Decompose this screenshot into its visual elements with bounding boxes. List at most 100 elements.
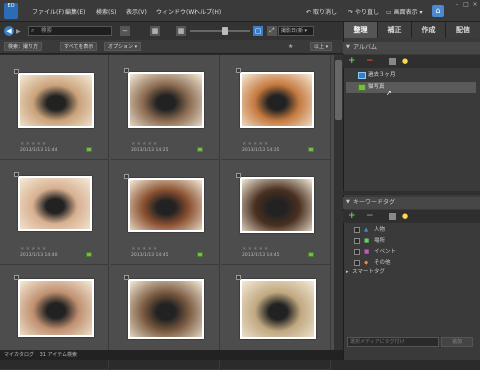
zoom-out-icon[interactable]: −	[120, 26, 130, 36]
search-icon: ⌕	[31, 27, 35, 34]
photo-thumbnail[interactable]	[18, 279, 94, 337]
grid-medium-icon[interactable]: ▦	[176, 26, 186, 36]
rating-filter-stars[interactable]: ★	[288, 43, 293, 50]
monitor-icon: ▭	[386, 9, 392, 16]
redo-button[interactable]: ↷ やり直し	[348, 7, 379, 16]
display-button[interactable]: ▭ 画面表示 ▾	[386, 7, 423, 16]
keyword-checkbox[interactable]	[354, 249, 360, 255]
tab-create[interactable]: 作成	[411, 22, 445, 38]
album-tag-icon	[308, 147, 314, 152]
options-button[interactable]: オプション ▾	[104, 42, 142, 51]
tab-fix[interactable]: 補正	[377, 22, 411, 38]
collapse-icon[interactable]: ▼	[346, 44, 350, 50]
select-checkbox[interactable]	[124, 174, 129, 179]
photo-thumbnail[interactable]	[128, 72, 204, 128]
star-rating[interactable]: ★★★★★	[242, 141, 269, 147]
add-tag-button[interactable]: 追加	[441, 337, 473, 347]
add-keyword-icon[interactable]: +	[348, 211, 356, 221]
smart-tags-section[interactable]: ▸ スマートタグ	[346, 267, 476, 277]
collapse-icon[interactable]: ▼	[346, 199, 350, 205]
star-rating[interactable]: ★★★★★	[20, 141, 47, 147]
star-rating[interactable]: ★★★★★	[131, 246, 158, 252]
tab-organize[interactable]: 整理	[343, 22, 377, 38]
expand-icon[interactable]: ▸	[346, 267, 349, 277]
album-icon	[358, 84, 366, 91]
undo-label: 取り消し	[312, 9, 337, 16]
menu-file[interactable]: ファイル(F)	[32, 7, 64, 16]
minimize-button[interactable]: –	[453, 2, 461, 8]
album-panel-header[interactable]: アルバム	[343, 42, 480, 54]
close-button[interactable]: ×	[471, 2, 479, 8]
slider-handle[interactable]	[222, 27, 228, 35]
photo-date: 2013/1/13 14:45	[131, 253, 169, 258]
select-checkbox[interactable]	[14, 172, 19, 177]
select-checkbox[interactable]	[14, 69, 19, 74]
rating-filter-label: 以上	[314, 44, 325, 50]
select-checkbox[interactable]	[236, 275, 241, 280]
keyword-panel-header[interactable]: キーワードタグ	[343, 197, 480, 209]
photo-thumbnail[interactable]	[240, 279, 316, 339]
grid-scroll-thumb[interactable]	[335, 60, 342, 120]
menu-search[interactable]: 検索(S)	[96, 7, 117, 16]
mouse-cursor-icon: ➚	[386, 89, 392, 97]
single-view-icon[interactable]: ▢	[253, 26, 263, 36]
menu-edit[interactable]: 編集(E)	[65, 7, 85, 16]
panel-divider[interactable]	[343, 191, 480, 195]
smart-tags-label: スマートタグ	[352, 269, 385, 275]
rating-filter-select[interactable]: 以上 ▾	[310, 42, 333, 51]
redo-icon: ↷	[348, 9, 354, 16]
sort-select[interactable]: 撮影日(新 ▾	[278, 26, 314, 36]
options-label: オプション	[108, 44, 134, 50]
search-input[interactable]: 検索	[28, 26, 112, 36]
keyword-checkbox[interactable]	[354, 260, 360, 266]
menu-window[interactable]: ウィンドウ(W)	[156, 7, 197, 16]
star-rating[interactable]: ★★★★★	[131, 141, 158, 147]
photo-thumbnail[interactable]	[240, 177, 314, 233]
undo-icon: ↶	[306, 9, 312, 16]
star-rating[interactable]: ★★★★★	[20, 246, 47, 252]
grid-small-icon[interactable]: ▦	[150, 26, 160, 36]
show-all-button[interactable]: すべてを表示	[60, 42, 98, 51]
menu-help[interactable]: ヘルプ(H)	[194, 7, 221, 16]
album-item-label: 過去３ヶ月	[368, 72, 396, 78]
home-icon[interactable]: ⌂	[432, 5, 444, 17]
select-checkbox[interactable]	[124, 275, 129, 280]
keyword-checkbox[interactable]	[354, 227, 360, 233]
keyword-label: 場所	[374, 238, 386, 244]
photo-thumbnail[interactable]	[128, 279, 204, 339]
album-tag-icon	[197, 252, 203, 257]
fullscreen-icon[interactable]: ⤢	[267, 26, 277, 36]
select-checkbox[interactable]	[14, 275, 19, 280]
tab-share[interactable]: 配信	[445, 22, 480, 38]
keyword-checkbox[interactable]	[354, 238, 360, 244]
forward-icon[interactable]: ▶	[16, 28, 21, 35]
photo-date: 2013/1/13 14:45	[242, 253, 280, 258]
photo-thumbnail[interactable]	[18, 73, 94, 128]
edit-album-icon[interactable]	[389, 58, 396, 65]
photo-thumbnail[interactable]	[128, 178, 204, 232]
keyword-item-people[interactable]: ▲ 人物	[346, 225, 476, 235]
remove-keyword-icon[interactable]: −	[366, 211, 374, 221]
select-checkbox[interactable]	[236, 173, 241, 178]
lightbulb-icon[interactable]: ●	[402, 212, 408, 220]
lightbulb-icon[interactable]: ●	[402, 57, 408, 65]
menu-view[interactable]: 表示(V)	[126, 7, 147, 16]
album-panel-title: アルバム	[353, 44, 377, 51]
star-rating[interactable]: ★★★★★	[242, 246, 269, 252]
select-checkbox[interactable]	[236, 68, 241, 73]
edit-keyword-icon[interactable]	[389, 213, 396, 220]
keyword-item-events[interactable]: ■ イベント	[346, 247, 476, 257]
photo-thumbnail[interactable]	[240, 72, 314, 128]
redo-label: やり直し	[354, 9, 379, 16]
photo-thumbnail[interactable]	[18, 176, 92, 231]
back-icon[interactable]: ◀	[4, 26, 14, 36]
catalog-label[interactable]: マイカタログ	[4, 352, 34, 358]
undo-button[interactable]: ↶ 取り消し	[306, 7, 337, 16]
maximize-button[interactable]: □	[462, 2, 470, 8]
select-checkbox[interactable]	[124, 68, 129, 73]
tag-search-input[interactable]: 選択メディアにタグ付け	[347, 337, 439, 347]
thumbnail-size-slider[interactable]	[190, 30, 250, 32]
keyword-item-places[interactable]: ■ 場所	[346, 236, 476, 246]
add-album-icon[interactable]: +	[348, 56, 356, 66]
remove-album-icon[interactable]: −	[366, 56, 374, 66]
